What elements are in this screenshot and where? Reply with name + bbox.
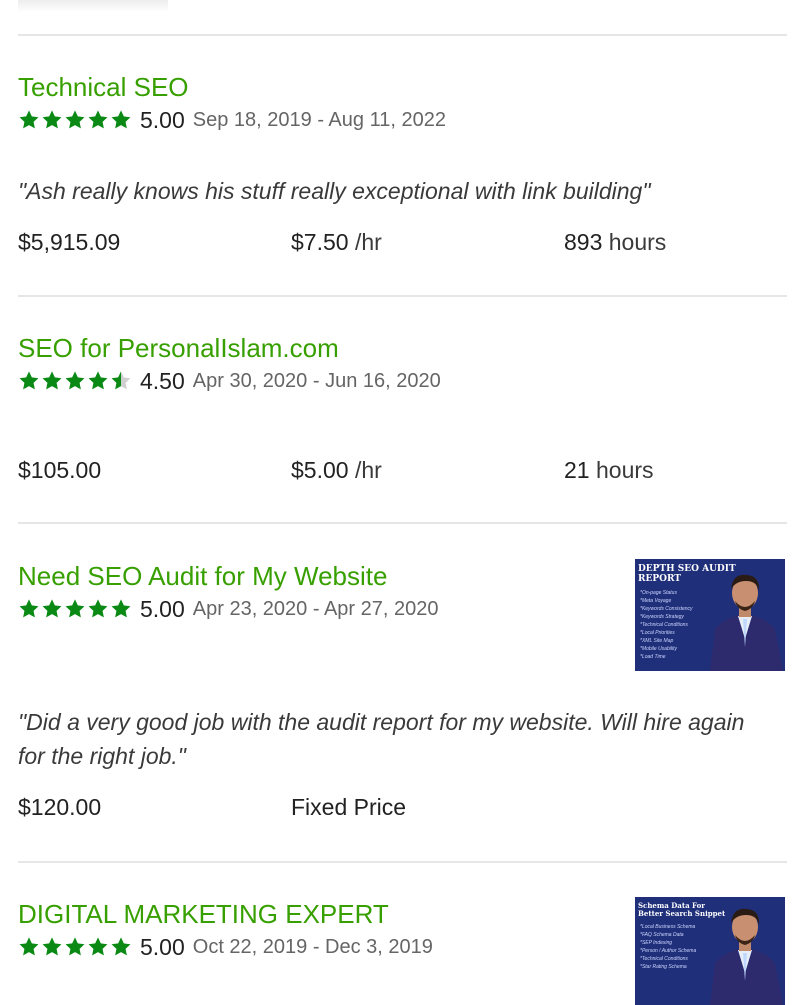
star-icon bbox=[111, 937, 131, 956]
rating-score: 5.00 bbox=[140, 595, 185, 622]
rating-row: 4.50 Apr 30, 2020 - Jun 16, 2020 bbox=[18, 367, 441, 395]
date-range: Sep 18, 2019 - Aug 11, 2022 bbox=[192, 108, 446, 131]
amount-earned: $5,915.09 bbox=[18, 229, 121, 255]
rating-row: 5.00 Oct 22, 2019 - Dec 3, 2019 bbox=[18, 933, 433, 961]
rating-score: 5.00 bbox=[140, 106, 185, 133]
amount-earned: $120.00 bbox=[18, 794, 102, 820]
date-range: Apr 23, 2020 - Apr 27, 2020 bbox=[192, 597, 439, 620]
client-feedback: "Ash really knows his stuff really excep… bbox=[18, 178, 651, 204]
star-rating bbox=[18, 109, 132, 131]
rating-row: 5.00 Sep 18, 2019 - Aug 11, 2022 bbox=[18, 106, 446, 134]
rating-score: 4.50 bbox=[140, 367, 185, 394]
star-icon bbox=[111, 371, 131, 390]
star-rating bbox=[18, 936, 132, 958]
star-icon bbox=[65, 599, 85, 618]
star-icon bbox=[65, 937, 85, 956]
job-title-link[interactable]: Need SEO Audit for My Website bbox=[18, 561, 387, 591]
star-icon bbox=[88, 599, 108, 618]
star-icon bbox=[65, 371, 85, 390]
rating-row: 5.00 Apr 23, 2020 - Apr 27, 2020 bbox=[18, 595, 439, 623]
portfolio-thumbnail[interactable]: DEPTH SEO AUDIT REPORT *On-page Status *M… bbox=[635, 559, 785, 671]
date-range: Oct 22, 2019 - Dec 3, 2019 bbox=[192, 935, 433, 958]
price-type: Fixed Price bbox=[291, 794, 407, 820]
star-rating bbox=[18, 370, 132, 392]
job-history-item: Technical SEO 5.00 Sep 18, 2019 - Aug 11… bbox=[18, 72, 787, 272]
star-icon bbox=[111, 599, 131, 618]
rating-score: 5.00 bbox=[140, 933, 185, 960]
job-history-item: DIGITAL MARKETING EXPERT 5.00 Oct 22, 20… bbox=[18, 897, 787, 1005]
star-icon bbox=[88, 371, 108, 390]
star-icon bbox=[19, 599, 39, 618]
previous-item-fade bbox=[18, 0, 168, 12]
portfolio-thumbnail[interactable]: Schema Data For Better Search Snippet *L… bbox=[635, 897, 785, 1005]
date-range: Apr 30, 2020 - Jun 16, 2020 bbox=[192, 369, 441, 392]
star-icon bbox=[42, 599, 62, 618]
job-title-link[interactable]: Technical SEO bbox=[18, 72, 189, 102]
star-rating bbox=[18, 598, 132, 620]
divider bbox=[18, 861, 787, 863]
job-title-link[interactable]: DIGITAL MARKETING EXPERT bbox=[18, 899, 389, 929]
star-icon bbox=[65, 110, 85, 129]
amount-earned: $105.00 bbox=[18, 457, 102, 483]
job-title-link[interactable]: SEO for PersonalIslam.com bbox=[18, 333, 339, 363]
star-icon bbox=[42, 110, 62, 129]
client-feedback: "Did a very good job with the audit repo… bbox=[18, 709, 745, 769]
person-photo bbox=[710, 908, 783, 1005]
divider bbox=[18, 522, 787, 524]
job-history-item: SEO for PersonalIslam.com 4.50 Apr 30, 2… bbox=[18, 333, 787, 503]
job-history-item: Need SEO Audit for My Website 5.00 Apr 2… bbox=[18, 559, 787, 831]
star-icon bbox=[19, 371, 39, 390]
divider bbox=[18, 295, 787, 297]
star-icon bbox=[19, 110, 39, 129]
star-icon bbox=[88, 937, 108, 956]
hourly-rate: $7.50 /hr bbox=[291, 229, 382, 255]
hours-worked: 893 hours bbox=[564, 229, 667, 255]
star-icon bbox=[42, 371, 62, 390]
divider bbox=[18, 34, 787, 36]
person-photo bbox=[710, 574, 783, 671]
hours-worked: 21 hours bbox=[564, 457, 654, 483]
star-icon bbox=[88, 110, 108, 129]
hourly-rate: $5.00 /hr bbox=[291, 457, 382, 483]
star-icon bbox=[111, 110, 131, 129]
star-icon bbox=[19, 937, 39, 956]
star-icon bbox=[42, 937, 62, 956]
